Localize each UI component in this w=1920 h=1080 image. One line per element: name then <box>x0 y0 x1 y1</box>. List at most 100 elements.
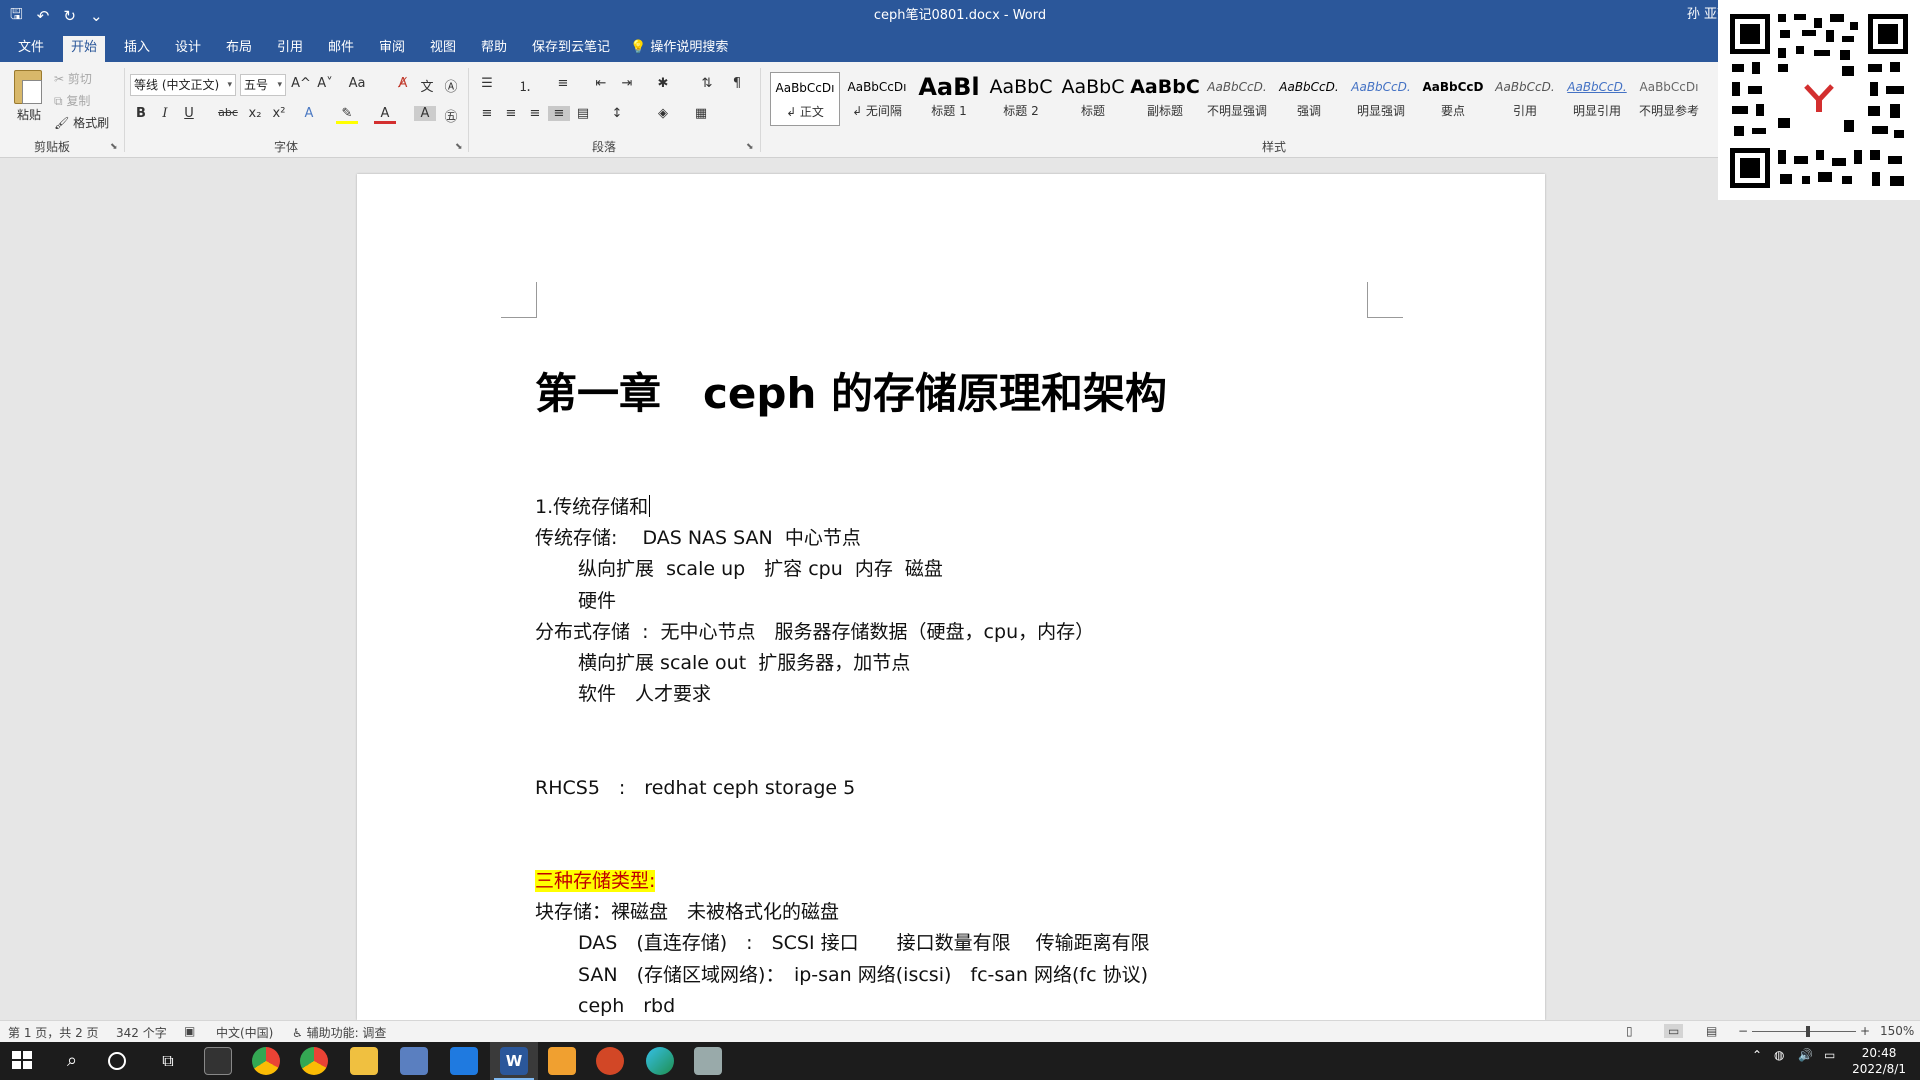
subscript-button[interactable]: x₂ <box>244 106 266 121</box>
style-title[interactable]: AaBbC 标题 <box>1058 72 1128 126</box>
format-painter-button[interactable]: 🖌 格式刷 <box>54 114 109 131</box>
tell-me-search[interactable]: 💡 操作说明搜索 <box>630 36 728 62</box>
doc-line[interactable]: 横向扩展 scale out 扩服务器，加节点 <box>578 648 910 675</box>
underline-button[interactable]: U <box>178 106 200 121</box>
tab-home[interactable]: 开始 <box>63 36 106 62</box>
clock[interactable]: 20:48 2022/8/1 <box>1852 1045 1906 1077</box>
zoom-in-icon[interactable]: + <box>1860 1024 1870 1038</box>
zoom-slider[interactable] <box>1752 1031 1856 1032</box>
tab-mailings[interactable]: 邮件 <box>320 36 362 62</box>
clipboard-launcher-icon[interactable]: ⬊ <box>110 142 118 152</box>
tab-references[interactable]: 引用 <box>269 36 311 62</box>
paste-icon[interactable] <box>14 70 42 104</box>
doc-line[interactable]: 硬件 <box>578 586 616 613</box>
terminal-icon[interactable] <box>204 1047 232 1075</box>
style-subtle-reference[interactable]: AaBbCcDı 不明显参考 <box>1634 72 1704 126</box>
page-count[interactable]: 第 1 页，共 2 页 <box>8 1024 99 1041</box>
document-page[interactable]: 第一章 ceph 的存储原理和架构 1.传统存储和 传统存储: DAS NAS … <box>357 174 1545 1020</box>
enclose-char-icon[interactable]: ㊄ <box>440 106 462 125</box>
zoom-slider-thumb[interactable] <box>1806 1026 1810 1037</box>
copy-button[interactable]: ⧉ 复制 <box>54 92 90 109</box>
increase-indent-icon[interactable]: ⇥ <box>616 76 638 91</box>
bold-button[interactable]: B <box>130 106 152 121</box>
highlight-color-icon[interactable]: ✎ <box>336 106 358 124</box>
change-case-button[interactable]: Aa <box>342 76 372 91</box>
style-quote[interactable]: AaBbCcD. 引用 <box>1490 72 1560 126</box>
edge-icon[interactable] <box>646 1047 674 1075</box>
style-intense-quote[interactable]: AaBbCcD. 明显引用 <box>1562 72 1632 126</box>
style-no-spacing[interactable]: AaBbCcDı ↲ 无间隔 <box>842 72 912 126</box>
chinese-layout-icon[interactable]: ✱ <box>652 76 674 91</box>
tab-review[interactable]: 审阅 <box>371 36 413 62</box>
network-icon[interactable]: ◍ <box>1774 1048 1784 1062</box>
language-indicator[interactable]: 中文(中国) <box>216 1024 273 1041</box>
search-icon[interactable]: ⌕ <box>58 1047 86 1075</box>
print-layout-icon[interactable]: ▭ <box>1664 1024 1684 1038</box>
battery-icon[interactable]: ▭ <box>1824 1048 1835 1062</box>
word-icon[interactable]: W <box>500 1047 528 1075</box>
app-orange-icon[interactable] <box>548 1047 576 1075</box>
app-misc-icon[interactable] <box>694 1047 722 1075</box>
tab-help[interactable]: 帮助 <box>473 36 515 62</box>
accessibility-checker[interactable]: ♿ 辅助功能: 调查 <box>292 1024 386 1041</box>
doc-line[interactable]: 分布式存储 : 无中心节点 服务器存储数据（硬盘，cpu，内存） <box>535 617 1094 644</box>
tab-file[interactable]: 文件 <box>10 36 52 62</box>
doc-line[interactable]: 块存储：裸磁盘 未被格式化的磁盘 <box>535 897 839 924</box>
justify-icon[interactable]: ≡ <box>548 106 570 121</box>
bullets-icon[interactable]: ☰ <box>476 76 498 91</box>
char-border-icon[interactable]: Ⓐ <box>440 76 462 95</box>
style-intense-emphasis[interactable]: AaBbCcD. 明显强调 <box>1346 72 1416 126</box>
task-view-icon[interactable]: ⧉ <box>154 1047 182 1075</box>
doc-line[interactable]: SAN (存储区域网络)： ip-san 网络(iscsi) fc-san 网络… <box>578 960 1148 987</box>
web-layout-icon[interactable]: ▤ <box>1706 1024 1717 1038</box>
superscript-button[interactable]: x² <box>268 106 290 121</box>
paragraph-launcher-icon[interactable]: ⬊ <box>746 142 754 152</box>
numbering-icon[interactable]: ⒈ <box>514 76 536 95</box>
phonetic-guide-icon[interactable]: 文 <box>416 76 438 95</box>
doc-line[interactable]: 1.传统存储和 <box>535 492 651 519</box>
style-subtle-emphasis[interactable]: AaBbCcD. 不明显强调 <box>1202 72 1272 126</box>
doc-line[interactable]: 传统存储: DAS NAS SAN 中心节点 <box>535 523 861 550</box>
font-color-icon[interactable]: A <box>374 106 396 124</box>
file-explorer-icon[interactable] <box>350 1047 378 1075</box>
italic-button[interactable]: I <box>154 106 176 121</box>
doc-line[interactable]: 软件 人才要求 <box>578 679 711 706</box>
tab-design[interactable]: 设计 <box>167 36 209 62</box>
align-left-icon[interactable]: ≡ <box>476 106 498 121</box>
powerpoint-icon[interactable] <box>596 1047 624 1075</box>
doc-line[interactable]: DAS (直连存储) : SCSI 接口 接口数量有限 传输距离有限 <box>578 928 1150 955</box>
style-strong[interactable]: AaBbCcD 要点 <box>1418 72 1488 126</box>
zoom-out-icon[interactable]: − <box>1738 1024 1748 1038</box>
sort-icon[interactable]: ⇅ <box>696 76 718 91</box>
proofing-icon[interactable]: ▣ <box>184 1024 195 1038</box>
doc-line-highlighted[interactable]: 三种存储类型: <box>535 866 656 893</box>
font-size-select[interactable]: 五号 ▾ <box>240 74 286 96</box>
app-blue-icon[interactable] <box>450 1047 478 1075</box>
style-emphasis[interactable]: AaBbCcD. 强调 <box>1274 72 1344 126</box>
tab-layout[interactable]: 布局 <box>218 36 260 62</box>
strikethrough-button[interactable]: abc <box>214 106 242 119</box>
cut-button[interactable]: ✂ 剪切 <box>54 70 92 87</box>
font-name-select[interactable]: 等线 (中文正文) ▾ <box>130 74 236 96</box>
style-subtitle[interactable]: AaBbC 副标题 <box>1130 72 1200 126</box>
windows-start-icon[interactable] <box>10 1048 36 1074</box>
text-effects-icon[interactable]: A <box>298 106 320 121</box>
zoom-level[interactable]: 150% <box>1880 1024 1914 1038</box>
multilevel-list-icon[interactable]: ≡ <box>552 76 574 91</box>
chrome-alt-icon[interactable] <box>252 1047 280 1075</box>
grow-font-button[interactable]: A^ <box>290 76 312 91</box>
tray-chevron-icon[interactable]: ⌃ <box>1752 1048 1762 1062</box>
tab-insert[interactable]: 插入 <box>116 36 158 62</box>
char-shading-icon[interactable]: A <box>414 106 436 121</box>
align-right-icon[interactable]: ≡ <box>524 106 546 121</box>
align-center-icon[interactable]: ≡ <box>500 106 522 121</box>
font-launcher-icon[interactable]: ⬊ <box>455 142 463 152</box>
doc-line[interactable]: RHCS5 : redhat ceph storage 5 <box>535 773 855 800</box>
read-mode-icon[interactable]: ▯ <box>1626 1024 1633 1038</box>
show-marks-icon[interactable]: ¶ <box>726 76 748 91</box>
remote-desktop-icon[interactable] <box>400 1047 428 1075</box>
style-heading-2[interactable]: AaBbC 标题 2 <box>986 72 1056 126</box>
document-heading[interactable]: 第一章 ceph 的存储原理和架构 <box>535 360 1167 421</box>
style-heading-1[interactable]: AaBl 标题 1 <box>914 72 984 126</box>
clear-format-icon[interactable]: A̸ <box>392 76 414 91</box>
